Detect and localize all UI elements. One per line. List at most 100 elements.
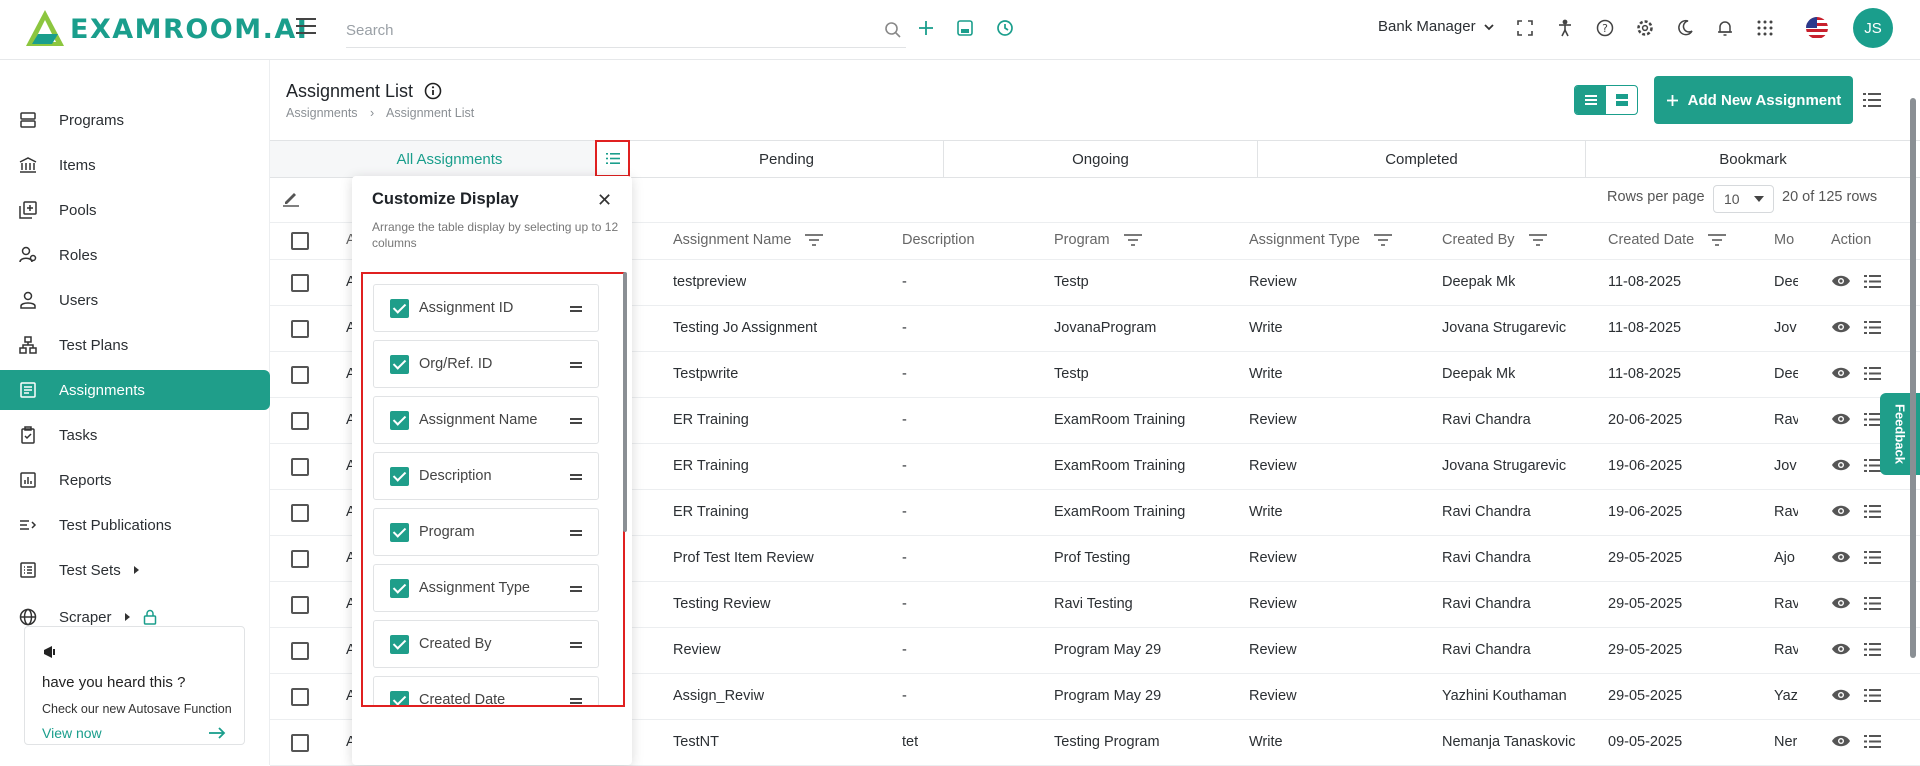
arrow-right-icon[interactable] <box>208 727 226 739</box>
app-logo[interactable]: EXAMROOM.AI <box>24 8 308 50</box>
tab-bookmark[interactable]: Bookmark <box>1586 141 1920 177</box>
sidebar-item-users[interactable]: Users <box>0 280 270 320</box>
help-icon[interactable]: ? <box>1594 17 1616 39</box>
drag-handle-icon[interactable] <box>570 642 582 648</box>
row-menu-icon[interactable] <box>1864 643 1881 656</box>
drag-handle-icon[interactable] <box>570 306 582 312</box>
header-description[interactable]: Description <box>902 232 975 248</box>
sidebar-item-pools[interactable]: Pools <box>0 190 270 230</box>
fullscreen-icon[interactable] <box>1514 17 1536 39</box>
row-checkbox[interactable] <box>291 274 309 292</box>
view-eye-icon[interactable] <box>1831 641 1851 657</box>
column-checkbox[interactable] <box>390 467 409 486</box>
drag-handle-icon[interactable] <box>570 698 582 704</box>
column-checkbox[interactable] <box>390 579 409 598</box>
column-option[interactable]: Created By <box>373 620 599 668</box>
save-icon[interactable] <box>954 17 976 39</box>
view-eye-icon[interactable] <box>1831 549 1851 565</box>
row-menu-icon[interactable] <box>1864 689 1881 702</box>
header-program[interactable]: Program <box>1054 232 1142 248</box>
close-icon[interactable]: ✕ <box>597 190 612 211</box>
column-option[interactable]: Created Date <box>373 676 599 705</box>
sidebar-item-items[interactable]: Items <box>0 145 270 185</box>
card-view-button[interactable] <box>1606 86 1637 114</box>
row-checkbox[interactable] <box>291 734 309 752</box>
drag-handle-icon[interactable] <box>570 474 582 480</box>
header-assignment-name[interactable]: Assignment Name <box>673 232 824 248</box>
select-all-checkbox[interactable] <box>291 232 309 250</box>
us-flag-icon[interactable] <box>1806 17 1828 39</box>
row-menu-icon[interactable] <box>1864 505 1881 518</box>
tab-ongoing[interactable]: Ongoing <box>944 141 1258 177</box>
view-eye-icon[interactable] <box>1831 503 1851 519</box>
sidebar-item-programs[interactable]: Programs <box>0 100 270 140</box>
notifications-icon[interactable] <box>1714 17 1736 39</box>
sidebar-item-roles[interactable]: Roles <box>0 235 270 275</box>
sidebar-item-reports[interactable]: Reports <box>0 460 270 500</box>
row-checkbox[interactable] <box>291 458 309 476</box>
filter-icon[interactable] <box>1708 234 1727 246</box>
view-eye-icon[interactable] <box>1831 411 1851 427</box>
filter-icon[interactable] <box>1373 234 1392 246</box>
row-checkbox[interactable] <box>291 320 309 338</box>
header-modified-by[interactable]: Mo <box>1774 232 1794 248</box>
row-menu-icon[interactable] <box>1864 413 1881 426</box>
role-dropdown[interactable]: Bank Manager <box>1378 18 1496 35</box>
row-checkbox[interactable] <box>291 596 309 614</box>
column-checkbox[interactable] <box>390 523 409 542</box>
row-menu-icon[interactable] <box>1864 367 1881 380</box>
sidebar-item-assignments[interactable]: Assignments <box>0 370 270 410</box>
row-menu-icon[interactable] <box>1864 275 1881 288</box>
column-checkbox[interactable] <box>390 635 409 654</box>
column-checkbox[interactable] <box>390 691 409 705</box>
row-checkbox[interactable] <box>291 366 309 384</box>
header-created-by[interactable]: Created By <box>1442 232 1547 248</box>
drag-handle-icon[interactable] <box>570 530 582 536</box>
promo-view-now-link[interactable]: View now <box>42 725 102 741</box>
tab-pending[interactable]: Pending <box>630 141 944 177</box>
rows-per-page-select[interactable]: 10 <box>1713 185 1774 213</box>
column-checkbox[interactable] <box>390 355 409 374</box>
user-avatar[interactable]: JS <box>1853 8 1893 48</box>
accessibility-icon[interactable] <box>1554 17 1576 39</box>
column-checkbox[interactable] <box>390 411 409 430</box>
view-eye-icon[interactable] <box>1831 365 1851 381</box>
edit-pencil-icon[interactable] <box>282 189 300 207</box>
header-assignment-type[interactable]: Assignment Type <box>1249 232 1392 248</box>
apps-grid-icon[interactable] <box>1754 17 1776 39</box>
sidebar-item-test-publications[interactable]: Test Publications <box>0 505 270 545</box>
row-menu-icon[interactable] <box>1864 321 1881 334</box>
search-icon[interactable] <box>884 21 902 39</box>
column-checkbox[interactable] <box>390 299 409 318</box>
dark-mode-icon[interactable] <box>1674 17 1696 39</box>
row-menu-icon[interactable] <box>1864 597 1881 610</box>
row-checkbox[interactable] <box>291 688 309 706</box>
row-checkbox[interactable] <box>291 504 309 522</box>
settings-icon[interactable] <box>1634 17 1656 39</box>
sidebar-item-tasks[interactable]: Tasks <box>0 415 270 455</box>
sidebar-item-test-plans[interactable]: Test Plans <box>0 325 270 365</box>
add-new-assignment-button[interactable]: Add New Assignment <box>1654 76 1853 124</box>
column-option[interactable]: Program <box>373 508 599 556</box>
info-icon[interactable] <box>424 82 442 100</box>
drag-handle-icon[interactable] <box>570 362 582 368</box>
column-option[interactable]: Assignment ID <box>373 284 599 332</box>
filter-icon[interactable] <box>1123 234 1142 246</box>
filter-icon[interactable] <box>805 234 824 246</box>
list-view-button[interactable] <box>1575 86 1606 114</box>
view-eye-icon[interactable] <box>1831 595 1851 611</box>
menu-toggle-icon[interactable] <box>296 18 316 34</box>
add-icon[interactable] <box>915 17 937 39</box>
row-checkbox[interactable] <box>291 550 309 568</box>
drag-handle-icon[interactable] <box>570 418 582 424</box>
drag-handle-icon[interactable] <box>570 586 582 592</box>
search-input[interactable] <box>346 14 866 46</box>
history-icon[interactable] <box>994 17 1016 39</box>
tab-completed[interactable]: Completed <box>1258 141 1586 177</box>
column-list-scrollbar[interactable] <box>623 272 627 532</box>
column-option[interactable]: Description <box>373 452 599 500</box>
view-eye-icon[interactable] <box>1831 687 1851 703</box>
column-option[interactable]: Assignment Name <box>373 396 599 444</box>
row-checkbox[interactable] <box>291 642 309 660</box>
view-eye-icon[interactable] <box>1831 273 1851 289</box>
